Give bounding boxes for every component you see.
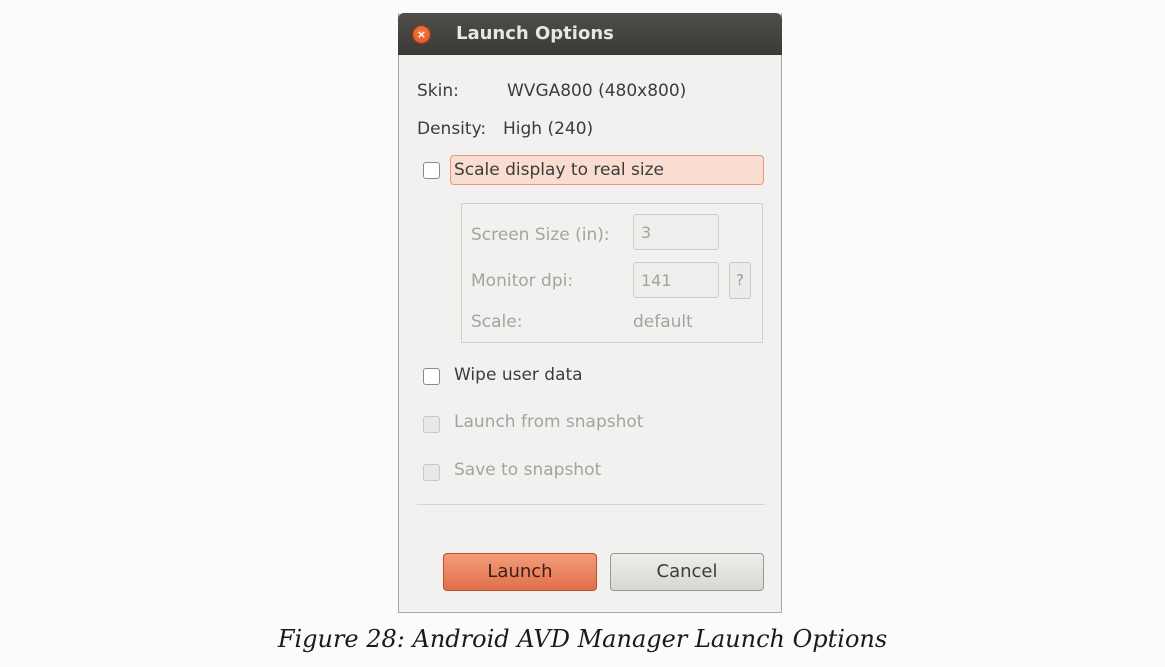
wipe-user-data-label[interactable]: Wipe user data [454, 365, 583, 385]
launch-options-dialog: × Launch Options Skin: WVGA800 (480x800)… [398, 13, 782, 613]
monitor-dpi-label: Monitor dpi: [471, 271, 574, 291]
screen-size-label: Screen Size (in): [471, 225, 610, 245]
monitor-dpi-input[interactable]: 141 [633, 262, 719, 298]
close-icon[interactable]: × [412, 25, 431, 44]
screen-size-input[interactable]: 3 [633, 214, 719, 250]
skin-value: WVGA800 (480x800) [507, 81, 687, 101]
title-bar: × Launch Options [398, 13, 782, 55]
scale-label: Scale: [471, 312, 523, 332]
cancel-button[interactable]: Cancel [610, 553, 764, 591]
wipe-user-data-checkbox[interactable] [423, 368, 440, 385]
scale-display-checkbox[interactable] [423, 162, 440, 179]
launch-from-snapshot-checkbox[interactable] [423, 416, 440, 433]
monitor-dpi-help-button[interactable]: ? [729, 262, 751, 299]
scale-display-label[interactable]: Scale display to real size [454, 160, 664, 180]
scale-value: default [633, 312, 693, 332]
density-value: High (240) [503, 119, 594, 139]
dialog-title: Launch Options [456, 23, 614, 44]
save-to-snapshot-checkbox[interactable] [423, 464, 440, 481]
figure-caption: Figure 28: Android AVD Manager Launch Op… [277, 625, 888, 653]
separator [417, 504, 765, 505]
launch-from-snapshot-label: Launch from snapshot [454, 412, 644, 432]
save-to-snapshot-label: Save to snapshot [454, 460, 602, 480]
launch-button[interactable]: Launch [443, 553, 597, 591]
density-label: Density: [417, 119, 487, 139]
skin-label: Skin: [417, 81, 459, 101]
